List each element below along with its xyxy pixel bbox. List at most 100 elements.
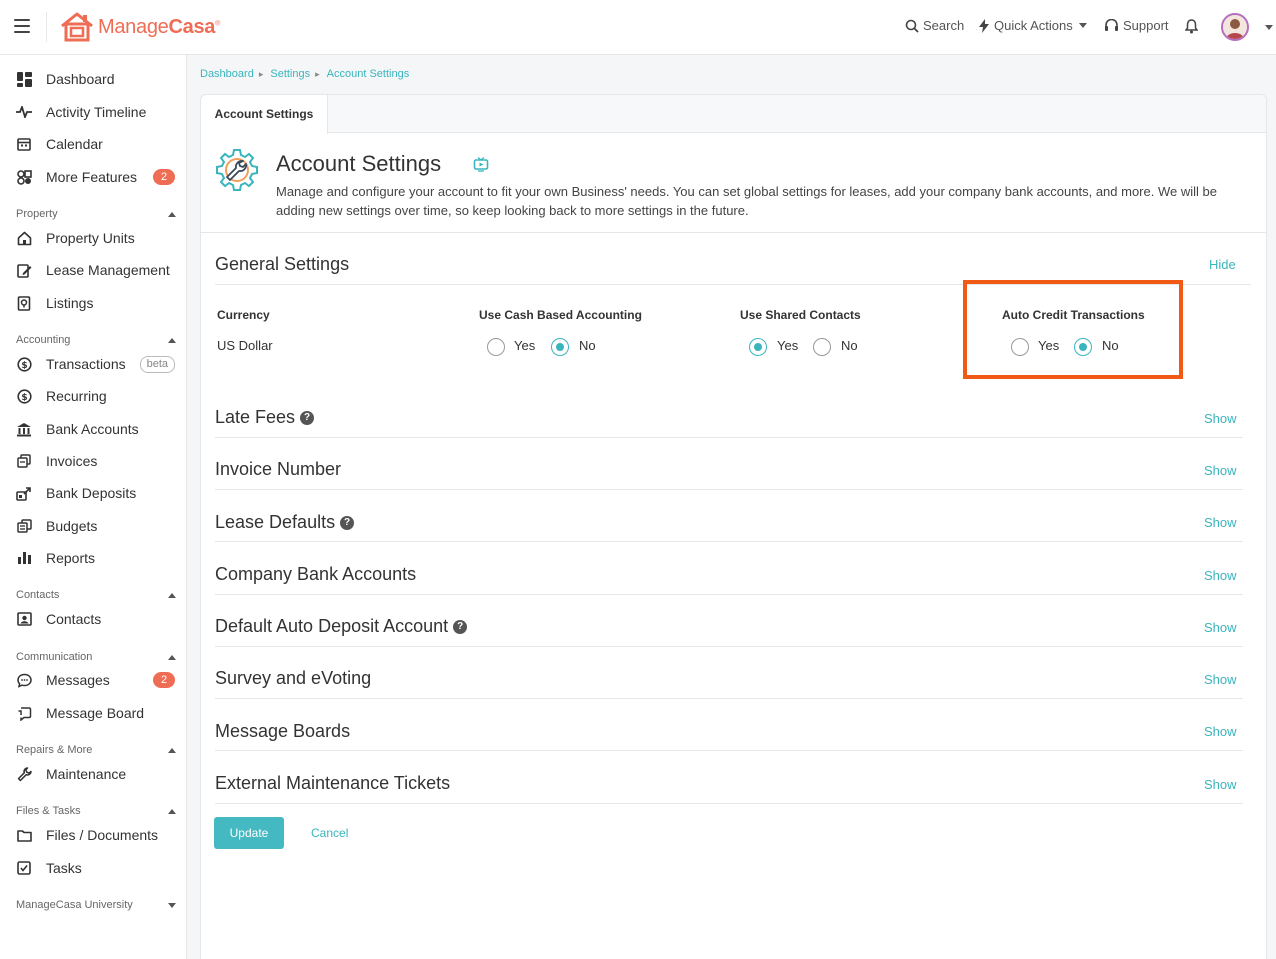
section-title-invoice-number: Invoice Number (215, 459, 341, 480)
sidebar-item-message-board[interactable]: Message Board (16, 702, 181, 724)
deposit-icon (16, 485, 32, 501)
sidebar-item-label: Messages (46, 672, 110, 688)
divider (215, 489, 1243, 490)
hide-general-settings-link[interactable]: Hide (1209, 257, 1236, 272)
notifications-button[interactable] (1185, 19, 1202, 34)
sidebar-item-calendar[interactable]: Calendar (16, 133, 181, 155)
video-tutorial-icon[interactable] (473, 157, 489, 172)
sidebar-item-files-documents[interactable]: Files / Documents (16, 824, 181, 846)
divider (46, 12, 47, 42)
update-button[interactable]: Update (214, 817, 284, 849)
breadcrumb: Dashboard ▸ Settings ▸ Account Settings (200, 68, 409, 80)
beta-badge: beta (139, 355, 175, 373)
divider (215, 646, 1243, 647)
shared-contacts-no-radio[interactable] (813, 338, 831, 356)
sidebar-item-label: More Features (46, 169, 138, 185)
sidebar-item-activity-timeline[interactable]: Activity Timeline (16, 101, 181, 123)
radio-label: Yes (514, 338, 536, 353)
show-lease-defaults-link[interactable]: Show (1204, 515, 1237, 530)
radio-label: No (1102, 338, 1119, 353)
page-description: Manage and configure your account to fit… (276, 184, 1217, 218)
show-company-bank-accounts-link[interactable]: Show (1204, 568, 1237, 583)
chevron-up-icon (168, 808, 176, 814)
sidebar-item-property-units[interactable]: Property Units (16, 227, 181, 249)
breadcrumb-settings[interactable]: Settings (270, 68, 310, 80)
search-icon (905, 19, 919, 33)
section-header-files-tasks[interactable]: Files & Tasks (16, 805, 176, 817)
tab-account-settings[interactable]: Account Settings (201, 95, 328, 134)
sidebar-item-reports[interactable]: Reports (16, 547, 181, 569)
quick-actions-button[interactable]: Quick Actions (978, 18, 1087, 33)
section-header-contacts[interactable]: Contacts (16, 589, 176, 601)
section-title-company-bank-accounts: Company Bank Accounts (215, 564, 416, 585)
wrench-icon (16, 766, 32, 782)
divider (201, 232, 1266, 233)
breadcrumb-dashboard[interactable]: Dashboard (200, 68, 254, 80)
show-survey-evoting-link[interactable]: Show (1204, 672, 1237, 687)
sidebar-item-bank-deposits[interactable]: Bank Deposits (16, 482, 181, 504)
sidebar-item-more-features[interactable]: More Features 2 (16, 166, 181, 188)
avatar[interactable] (1221, 13, 1249, 41)
cancel-button[interactable]: Cancel (311, 826, 348, 840)
help-icon[interactable]: ? (453, 619, 468, 634)
sidebar-item-label: Recurring (46, 388, 107, 404)
section-title-text: Late Fees (215, 407, 296, 427)
sidebar-item-label: Lease Management (46, 262, 170, 278)
sidebar-item-budgets[interactable]: Budgets (16, 515, 181, 537)
sidebar-item-messages[interactable]: Messages 2 (16, 669, 181, 691)
chevron-up-icon (168, 592, 176, 598)
shared-contacts-yes-radio[interactable] (749, 338, 767, 356)
sidebar-item-label: Transactions (46, 356, 126, 372)
divider (215, 803, 1243, 804)
cash-accounting-no-radio[interactable] (551, 338, 569, 356)
sidebar-item-label: Activity Timeline (46, 104, 147, 120)
cash-accounting-yes-radio[interactable] (487, 338, 505, 356)
support-label: Support (1123, 18, 1169, 33)
pulse-icon (16, 104, 32, 120)
section-header-property[interactable]: Property (16, 208, 176, 220)
radio-label: Yes (777, 338, 799, 353)
sidebar-item-bank-accounts[interactable]: Bank Accounts (16, 418, 181, 440)
sidebar-item-label: Bank Accounts (46, 421, 139, 437)
chevron-right-icon: ▸ (258, 68, 264, 79)
support-button[interactable]: Support (1104, 18, 1169, 33)
show-external-maintenance-link[interactable]: Show (1204, 777, 1237, 792)
show-message-boards-link[interactable]: Show (1204, 724, 1237, 739)
show-default-auto-deposit-link[interactable]: Show (1204, 620, 1237, 635)
show-invoice-number-link[interactable]: Show (1204, 463, 1237, 478)
sidebar-item-listings[interactable]: Listings (16, 292, 181, 314)
chevron-down-icon[interactable] (1265, 25, 1273, 30)
menu-icon[interactable] (14, 19, 30, 33)
auto-credit-no-radio[interactable] (1074, 338, 1092, 356)
sidebar-item-label: Files / Documents (46, 827, 159, 843)
sidebar-item-lease-management[interactable]: Lease Management (16, 259, 181, 281)
sidebar-item-transactions[interactable]: $ Transactions beta (16, 353, 181, 375)
dollar-circle-icon: $ (16, 388, 32, 404)
section-header-university[interactable]: ManageCasa University (16, 899, 176, 911)
checkbox-icon (16, 860, 32, 876)
sidebar-item-maintenance[interactable]: Maintenance (16, 763, 181, 785)
contact-card-icon (16, 611, 32, 627)
sidebar-item-dashboard[interactable]: Dashboard (16, 68, 181, 90)
section-header-accounting[interactable]: Accounting (16, 334, 176, 346)
lightning-icon (979, 18, 989, 33)
sidebar-item-recurring[interactable]: $ Recurring (16, 385, 181, 407)
help-icon[interactable]: ? (340, 515, 355, 530)
logo[interactable]: ManageCasa® (60, 11, 220, 43)
show-late-fees-link[interactable]: Show (1204, 411, 1237, 426)
breadcrumb-account-settings[interactable]: Account Settings (327, 68, 410, 80)
sidebar-item-tasks[interactable]: Tasks (16, 857, 181, 879)
section-title-late-fees: Late Fees? (215, 407, 315, 428)
section-title-survey-evoting: Survey and eVoting (215, 668, 371, 689)
sidebar-item-contacts[interactable]: Contacts (16, 608, 181, 630)
calendar-icon (16, 136, 32, 152)
section-title-text: Invoice Number (215, 459, 342, 479)
section-header-communication[interactable]: Communication (16, 651, 176, 663)
section-title-text: Lease Defaults (215, 512, 336, 532)
section-header-repairs[interactable]: Repairs & More (16, 744, 176, 756)
search-button[interactable]: Search (905, 18, 964, 33)
sidebar-item-invoices[interactable]: Invoices (16, 450, 181, 472)
help-icon[interactable]: ? (300, 410, 315, 425)
section-label: ManageCasa University (16, 899, 133, 911)
auto-credit-yes-radio[interactable] (1011, 338, 1029, 356)
